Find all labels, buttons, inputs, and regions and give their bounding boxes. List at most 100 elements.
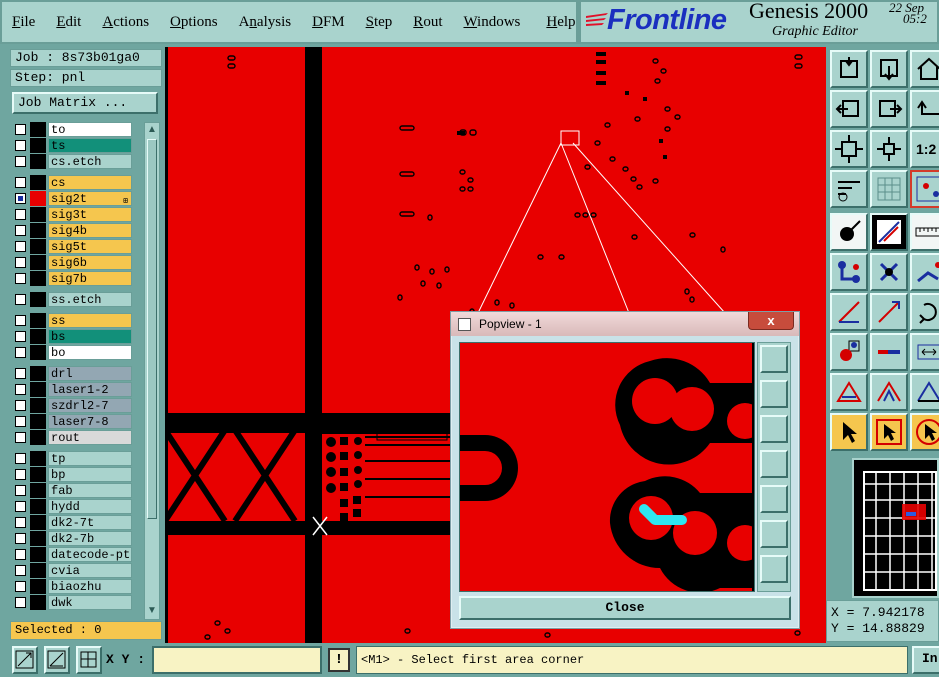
tool-connect-button[interactable] (910, 253, 939, 291)
tool-pointer-box-button[interactable] (870, 413, 908, 451)
layer-row[interactable]: cvia (12, 563, 134, 578)
layer-row[interactable]: ss (12, 313, 134, 328)
layer-row[interactable]: sig5t (12, 239, 134, 254)
layer-row[interactable]: dwk (12, 595, 134, 610)
layer-affected-indicator[interactable] (30, 483, 46, 498)
layer-checkbox[interactable] (15, 225, 26, 236)
layer-name[interactable]: cs (48, 175, 132, 190)
tool-pan-left-button[interactable] (830, 90, 868, 128)
layer-name[interactable]: dwk (48, 595, 132, 610)
layer-name[interactable]: bs (48, 329, 132, 344)
layer-name[interactable]: cvia (48, 563, 132, 578)
tool-fit-button[interactable] (830, 130, 868, 168)
layer-row[interactable]: fab (12, 483, 134, 498)
layer-checkbox[interactable] (15, 331, 26, 342)
popview-zoom-home-button[interactable] (760, 345, 788, 373)
popview-canvas[interactable] (459, 342, 755, 592)
layer-checkbox[interactable] (15, 193, 26, 204)
tool-draw-line-button[interactable] (870, 213, 908, 251)
layer-name[interactable]: to (48, 122, 132, 137)
menu-edit[interactable]: Edit (56, 14, 81, 31)
layer-name[interactable]: dk2-7b (48, 531, 132, 546)
tool-zoom-out-button[interactable] (870, 130, 908, 168)
popview-pan-right-button[interactable] (760, 485, 788, 513)
layer-row[interactable]: tp (12, 451, 134, 466)
layer-checkbox[interactable] (15, 453, 26, 464)
layer-affected-indicator[interactable] (30, 292, 46, 307)
menu-options[interactable]: Options (170, 14, 218, 31)
layer-list-scrollbar[interactable]: ▲ ▼ (144, 122, 160, 620)
execute-button[interactable]: ! (328, 648, 350, 672)
tool-dimension-button[interactable] (910, 333, 939, 371)
layer-affected-indicator[interactable] (30, 239, 46, 254)
layer-row[interactable]: sig7b (12, 271, 134, 286)
layer-row[interactable]: dk2-7b (12, 531, 134, 546)
popview-pan-left-button[interactable] (760, 450, 788, 478)
layer-name[interactable]: ss.etch (48, 292, 132, 307)
layer-checkbox[interactable] (15, 485, 26, 496)
layer-affected-indicator[interactable] (30, 138, 46, 153)
layer-row[interactable]: bo (12, 345, 134, 360)
tool-route-button[interactable] (830, 253, 868, 291)
popview-pan-down-button[interactable] (760, 415, 788, 443)
tool-scale-1-2-button[interactable]: 1:2 (910, 130, 939, 168)
layer-name[interactable]: ss (48, 313, 132, 328)
layer-checkbox[interactable] (15, 294, 26, 305)
layer-name[interactable]: laser7-8 (48, 414, 132, 429)
grid-mode-button[interactable] (76, 646, 102, 674)
tool-peak-button[interactable] (910, 373, 939, 411)
job-matrix-button[interactable]: Job Matrix ... (12, 92, 158, 114)
tool-triangle-button[interactable] (830, 373, 868, 411)
layer-affected-indicator[interactable] (30, 499, 46, 514)
layer-affected-indicator[interactable] (30, 398, 46, 413)
layer-row[interactable]: rout (12, 430, 134, 445)
menu-analysis[interactable]: Analysis (239, 14, 292, 31)
layer-row[interactable]: ts (12, 138, 134, 153)
layer-affected-indicator[interactable] (30, 154, 46, 169)
layer-row[interactable]: cs (12, 175, 134, 190)
layer-affected-indicator[interactable] (30, 595, 46, 610)
layer-name[interactable]: biaozhu (48, 579, 132, 594)
tool-arc-button[interactable] (870, 373, 908, 411)
menu-step[interactable]: Step (366, 14, 393, 31)
popview-titlebar[interactable]: Popview - 1 x (451, 312, 799, 336)
layer-affected-indicator[interactable] (30, 531, 46, 546)
layer-checkbox[interactable] (15, 501, 26, 512)
layer-row[interactable]: sig3t (12, 207, 134, 222)
layer-name[interactable]: sig6b (48, 255, 132, 270)
layer-checkbox[interactable] (15, 257, 26, 268)
tool-snap-button[interactable] (910, 170, 939, 208)
layer-affected-indicator[interactable] (30, 329, 46, 344)
popview-close-button[interactable]: Close (459, 596, 791, 620)
layer-name[interactable]: rout (48, 430, 132, 445)
layer-checkbox[interactable] (15, 124, 26, 135)
layer-checkbox[interactable] (15, 416, 26, 427)
layer-row[interactable]: to (12, 122, 134, 137)
tool-pad-button[interactable] (830, 333, 868, 371)
tool-zoom-down-button[interactable] (870, 50, 908, 88)
layer-checkbox[interactable] (15, 432, 26, 443)
tool-ruler-button[interactable] (910, 213, 939, 251)
layer-name[interactable]: laser1-2 (48, 382, 132, 397)
menu-file[interactable]: File (12, 14, 35, 31)
layer-checkbox[interactable] (15, 384, 26, 395)
layer-checkbox[interactable] (15, 533, 26, 544)
layer-row[interactable]: hydd (12, 499, 134, 514)
layer-checkbox[interactable] (15, 156, 26, 167)
popview-zoom-in-button[interactable] (760, 555, 788, 583)
layer-row[interactable]: cs.etch (12, 154, 134, 169)
menu-actions[interactable]: Actions (102, 14, 149, 31)
overview-minimap[interactable] (852, 458, 939, 598)
layer-affected-indicator[interactable] (30, 223, 46, 238)
layer-checkbox[interactable] (15, 597, 26, 608)
layer-name[interactable]: sig5t (48, 239, 132, 254)
layer-row[interactable]: drl (12, 366, 134, 381)
popview-pan-up-button[interactable] (760, 380, 788, 408)
layer-name[interactable]: tp (48, 451, 132, 466)
layer-checkbox[interactable] (15, 581, 26, 592)
layer-affected-indicator[interactable] (30, 313, 46, 328)
layer-row[interactable]: sig6b (12, 255, 134, 270)
tool-measure-button[interactable] (830, 170, 868, 208)
xy-coordinate-input[interactable] (152, 646, 322, 674)
layer-row[interactable]: dk2-7t (12, 515, 134, 530)
